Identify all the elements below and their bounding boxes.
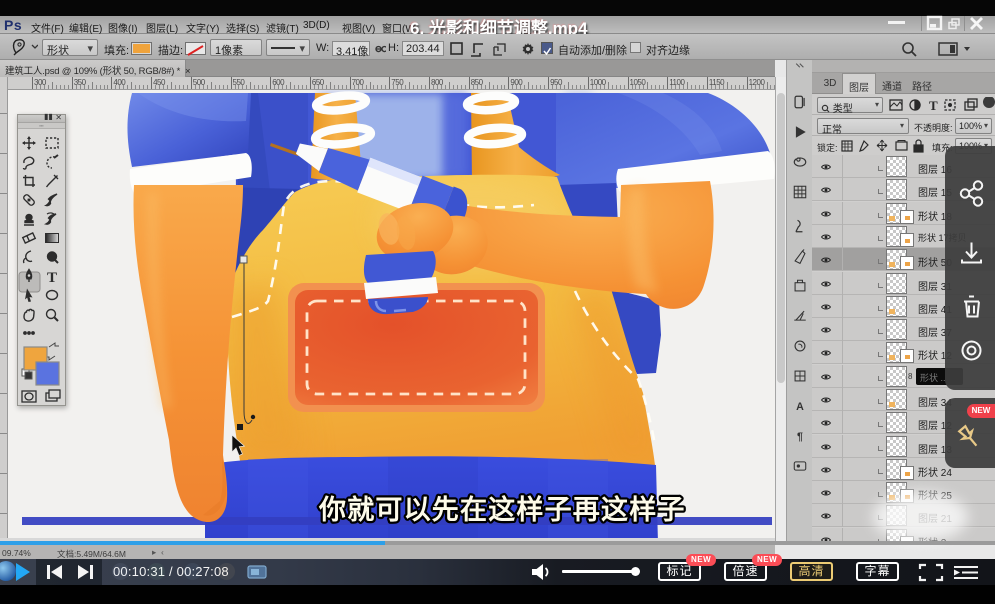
svg-text:你就可以先在这样子再这样子: 你就可以先在这样子再这样子: [318, 494, 686, 525]
svg-text:¶: ¶: [797, 431, 803, 443]
svg-text:T: T: [929, 98, 938, 113]
svg-text:A: A: [796, 401, 804, 413]
svg-text:T: T: [47, 270, 57, 286]
